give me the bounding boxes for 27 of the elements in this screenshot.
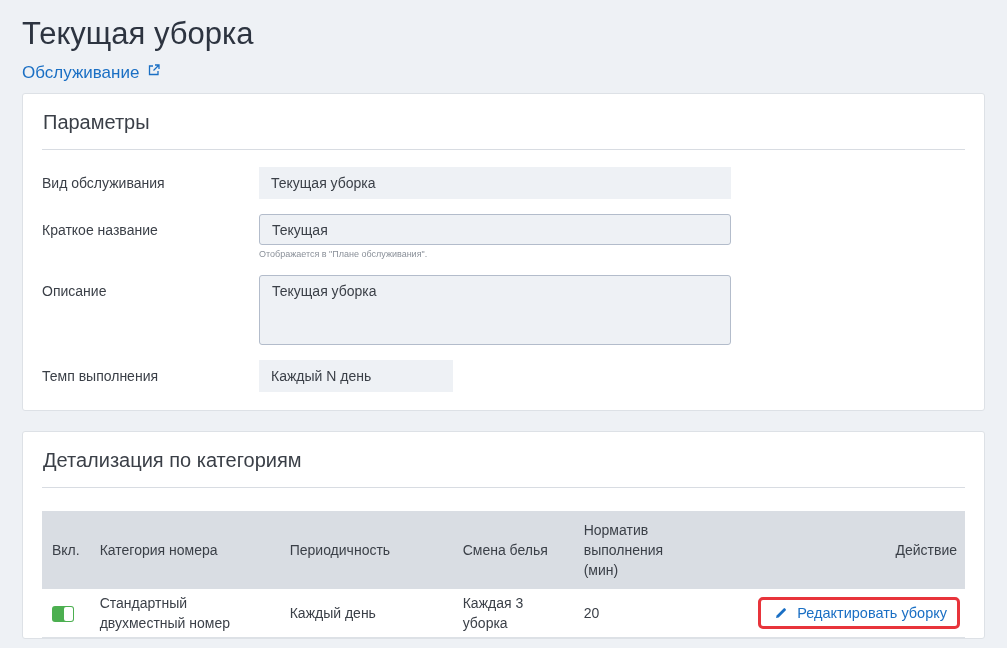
column-header: Периодичность xyxy=(279,511,453,589)
service-link[interactable]: Обслуживание xyxy=(22,62,161,84)
column-header: Смена белья xyxy=(452,511,574,589)
table-cell: Каждая 3 уборка xyxy=(462,595,524,631)
card-title: Параметры xyxy=(42,110,151,135)
column-header: Действие xyxy=(693,511,965,589)
column-header: Категория номера xyxy=(89,511,280,589)
pencil-icon xyxy=(775,607,788,619)
readonly-field: Текущая уборка xyxy=(259,167,731,199)
page-title: Текущая уборка xyxy=(22,15,255,53)
column-header: Норматив выполнения (мин) xyxy=(573,511,694,589)
toggle-switch[interactable] xyxy=(52,606,74,623)
textarea-field[interactable]: Текущая уборка xyxy=(259,275,731,345)
edit-button[interactable]: Редактировать уборку xyxy=(758,597,960,629)
input-field[interactable]: Текущая xyxy=(259,214,731,245)
card-title: Детализация по категориям xyxy=(42,448,303,473)
field-hint: Отображается в "Плане обслуживания". xyxy=(259,249,429,260)
table-cell: Каждый день xyxy=(289,605,376,621)
field-label: Вид обслуживания xyxy=(42,174,166,192)
readonly-field: Каждый N день xyxy=(259,360,453,392)
field-label: Темп выполнения xyxy=(42,367,160,385)
table-cell: 20 xyxy=(583,605,600,621)
external-link-icon xyxy=(148,64,161,76)
column-header: Вкл. xyxy=(42,511,90,589)
field-label: Описание xyxy=(42,282,108,300)
table-cell: Стандартный двухместный номер xyxy=(99,595,231,631)
field-label: Краткое название xyxy=(42,221,159,239)
